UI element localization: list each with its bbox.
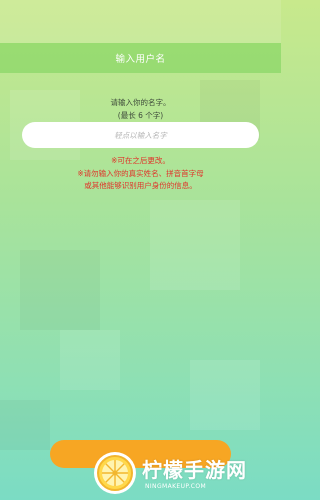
page-header: 输入用户名: [0, 43, 281, 73]
lemon-logo-icon: [96, 454, 134, 492]
background-tile: [0, 0, 281, 43]
notice-changeable: ※可在之后更改。: [111, 156, 170, 165]
lemon-slice-icon: [97, 455, 133, 491]
page-title: 输入用户名: [115, 54, 166, 65]
background-tile: [190, 360, 260, 430]
notice-block: ※可在之后更改。 ※请勿输入你的真实姓名、拼音首字母 或其他能够识别用户身份的信…: [0, 155, 281, 193]
prompt-line-1: 请输入你的名字。: [110, 98, 171, 107]
watermark-domain: NINGMAKEUP.COM: [145, 483, 207, 490]
background-tile: [0, 400, 50, 450]
prompt-line-2: (最长 6 个字): [117, 111, 164, 120]
notice-privacy-line-2: 或其他能够识别用户身份的信息。: [84, 181, 197, 190]
name-prompt: 请输入你的名字。 (最长 6 个字): [0, 96, 281, 122]
name-input[interactable]: [22, 122, 259, 148]
watermark: 柠檬手游网 NINGMAKEUP.COM: [78, 450, 281, 500]
background-tile: [60, 330, 120, 390]
background-tile: [150, 200, 240, 290]
background-tile: [20, 250, 100, 330]
watermark-brand: 柠檬手游网: [142, 458, 247, 482]
notice-privacy-line-1: ※请勿输入你的真实姓名、拼音首字母: [77, 168, 204, 178]
